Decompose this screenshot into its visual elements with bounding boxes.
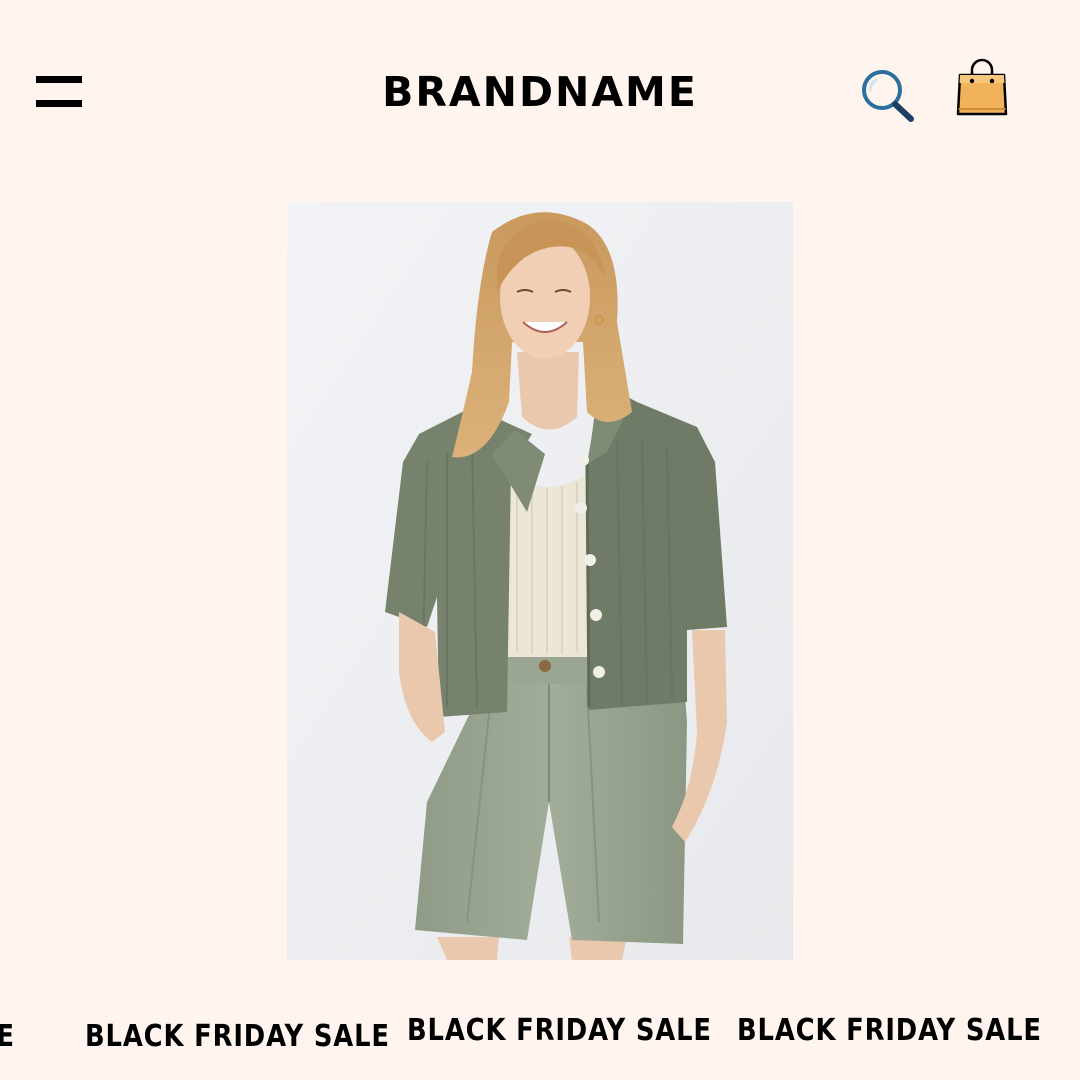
product-image[interactable] [287,202,793,960]
search-button[interactable] [858,68,916,126]
shopping-bag-icon [956,58,1008,116]
sale-banner-text: BLACK FRIDAY SALE [85,1019,390,1054]
sale-banner-text: BLACK FRIDAY SALE [737,1013,1042,1048]
product-photo [287,202,793,960]
cart-button[interactable] [952,56,1012,120]
brand-logo[interactable]: BRANDNAME [0,64,1080,120]
search-icon [862,70,914,122]
sale-banner-text: BLACK FRIDAY SALE [0,1017,15,1057]
sale-banner-text: BLACK FRIDAY SALE [407,1013,712,1048]
sale-marquee[interactable]: BLACK FRIDAY SALE BLACK FRIDAY SALE BLAC… [0,1000,1080,1070]
